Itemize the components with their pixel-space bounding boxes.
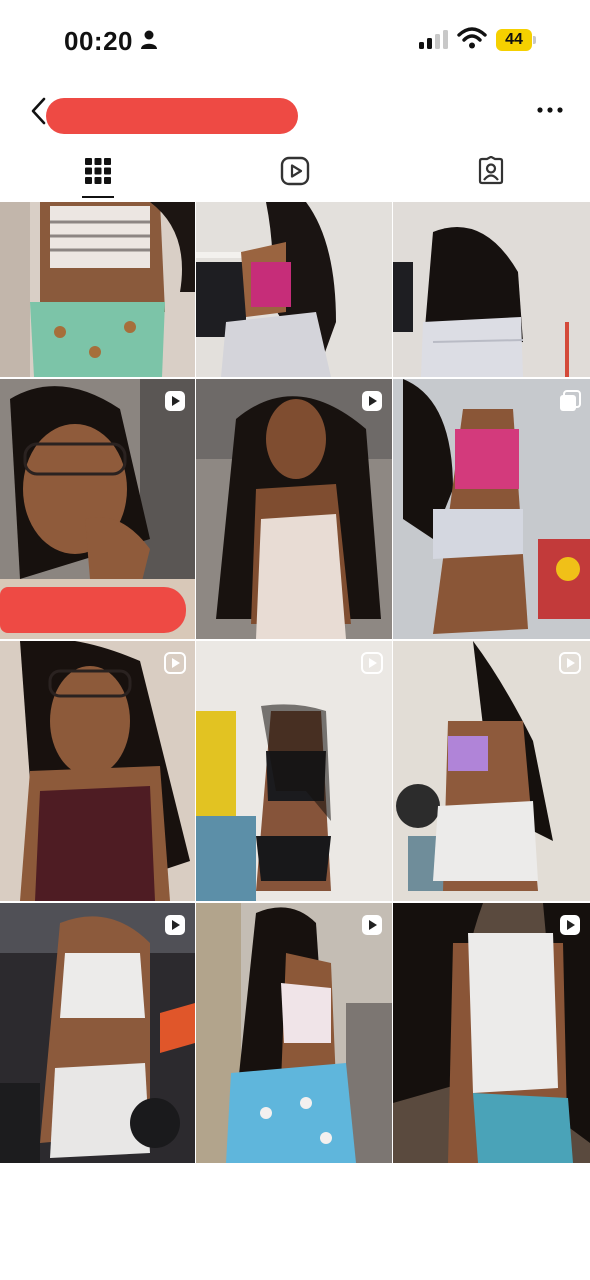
grid-icon bbox=[85, 158, 111, 184]
post-tile-6[interactable] bbox=[393, 379, 590, 639]
more-horizontal-icon[interactable] bbox=[536, 100, 564, 120]
tab-reels[interactable] bbox=[197, 148, 393, 200]
post-tile-2[interactable] bbox=[196, 202, 392, 377]
reel-icon bbox=[362, 391, 382, 411]
username-redacted bbox=[46, 98, 298, 134]
post-tile-4[interactable] bbox=[0, 379, 195, 639]
tagged-person-icon bbox=[478, 156, 504, 185]
reel-icon bbox=[559, 652, 581, 674]
person-icon bbox=[141, 30, 157, 49]
profile-tabs bbox=[0, 148, 590, 200]
reels-icon bbox=[280, 156, 310, 186]
reel-icon bbox=[165, 391, 185, 411]
post-tile-12[interactable] bbox=[393, 903, 590, 1163]
profile-header bbox=[0, 88, 590, 142]
post-tile-11[interactable] bbox=[196, 903, 392, 1163]
status-time: 00:20 bbox=[64, 26, 133, 56]
redaction-bar bbox=[0, 587, 186, 633]
carousel-icon bbox=[560, 390, 581, 411]
reel-icon bbox=[164, 652, 186, 674]
post-tile-10[interactable] bbox=[0, 903, 195, 1163]
posts-grid bbox=[0, 202, 590, 1166]
wifi-icon bbox=[457, 27, 487, 49]
tab-grid[interactable] bbox=[0, 148, 196, 200]
post-tile-5[interactable] bbox=[196, 379, 392, 639]
reel-icon bbox=[361, 652, 383, 674]
empty-footer-area bbox=[0, 1166, 590, 1280]
reel-icon bbox=[560, 915, 580, 935]
battery-icon: 44 bbox=[496, 29, 536, 51]
cellular-signal-icon bbox=[419, 30, 448, 49]
tab-tagged[interactable] bbox=[393, 148, 589, 200]
post-tile-9[interactable] bbox=[393, 641, 590, 901]
post-tile-3[interactable] bbox=[393, 202, 590, 377]
reel-icon bbox=[165, 915, 185, 935]
post-tile-8[interactable] bbox=[196, 641, 392, 901]
reel-icon bbox=[362, 915, 382, 935]
post-tile-1[interactable] bbox=[0, 202, 195, 377]
battery-level: 44 bbox=[496, 29, 532, 51]
status-bar: 00:20 44 bbox=[0, 0, 590, 80]
post-tile-7[interactable] bbox=[0, 641, 195, 901]
